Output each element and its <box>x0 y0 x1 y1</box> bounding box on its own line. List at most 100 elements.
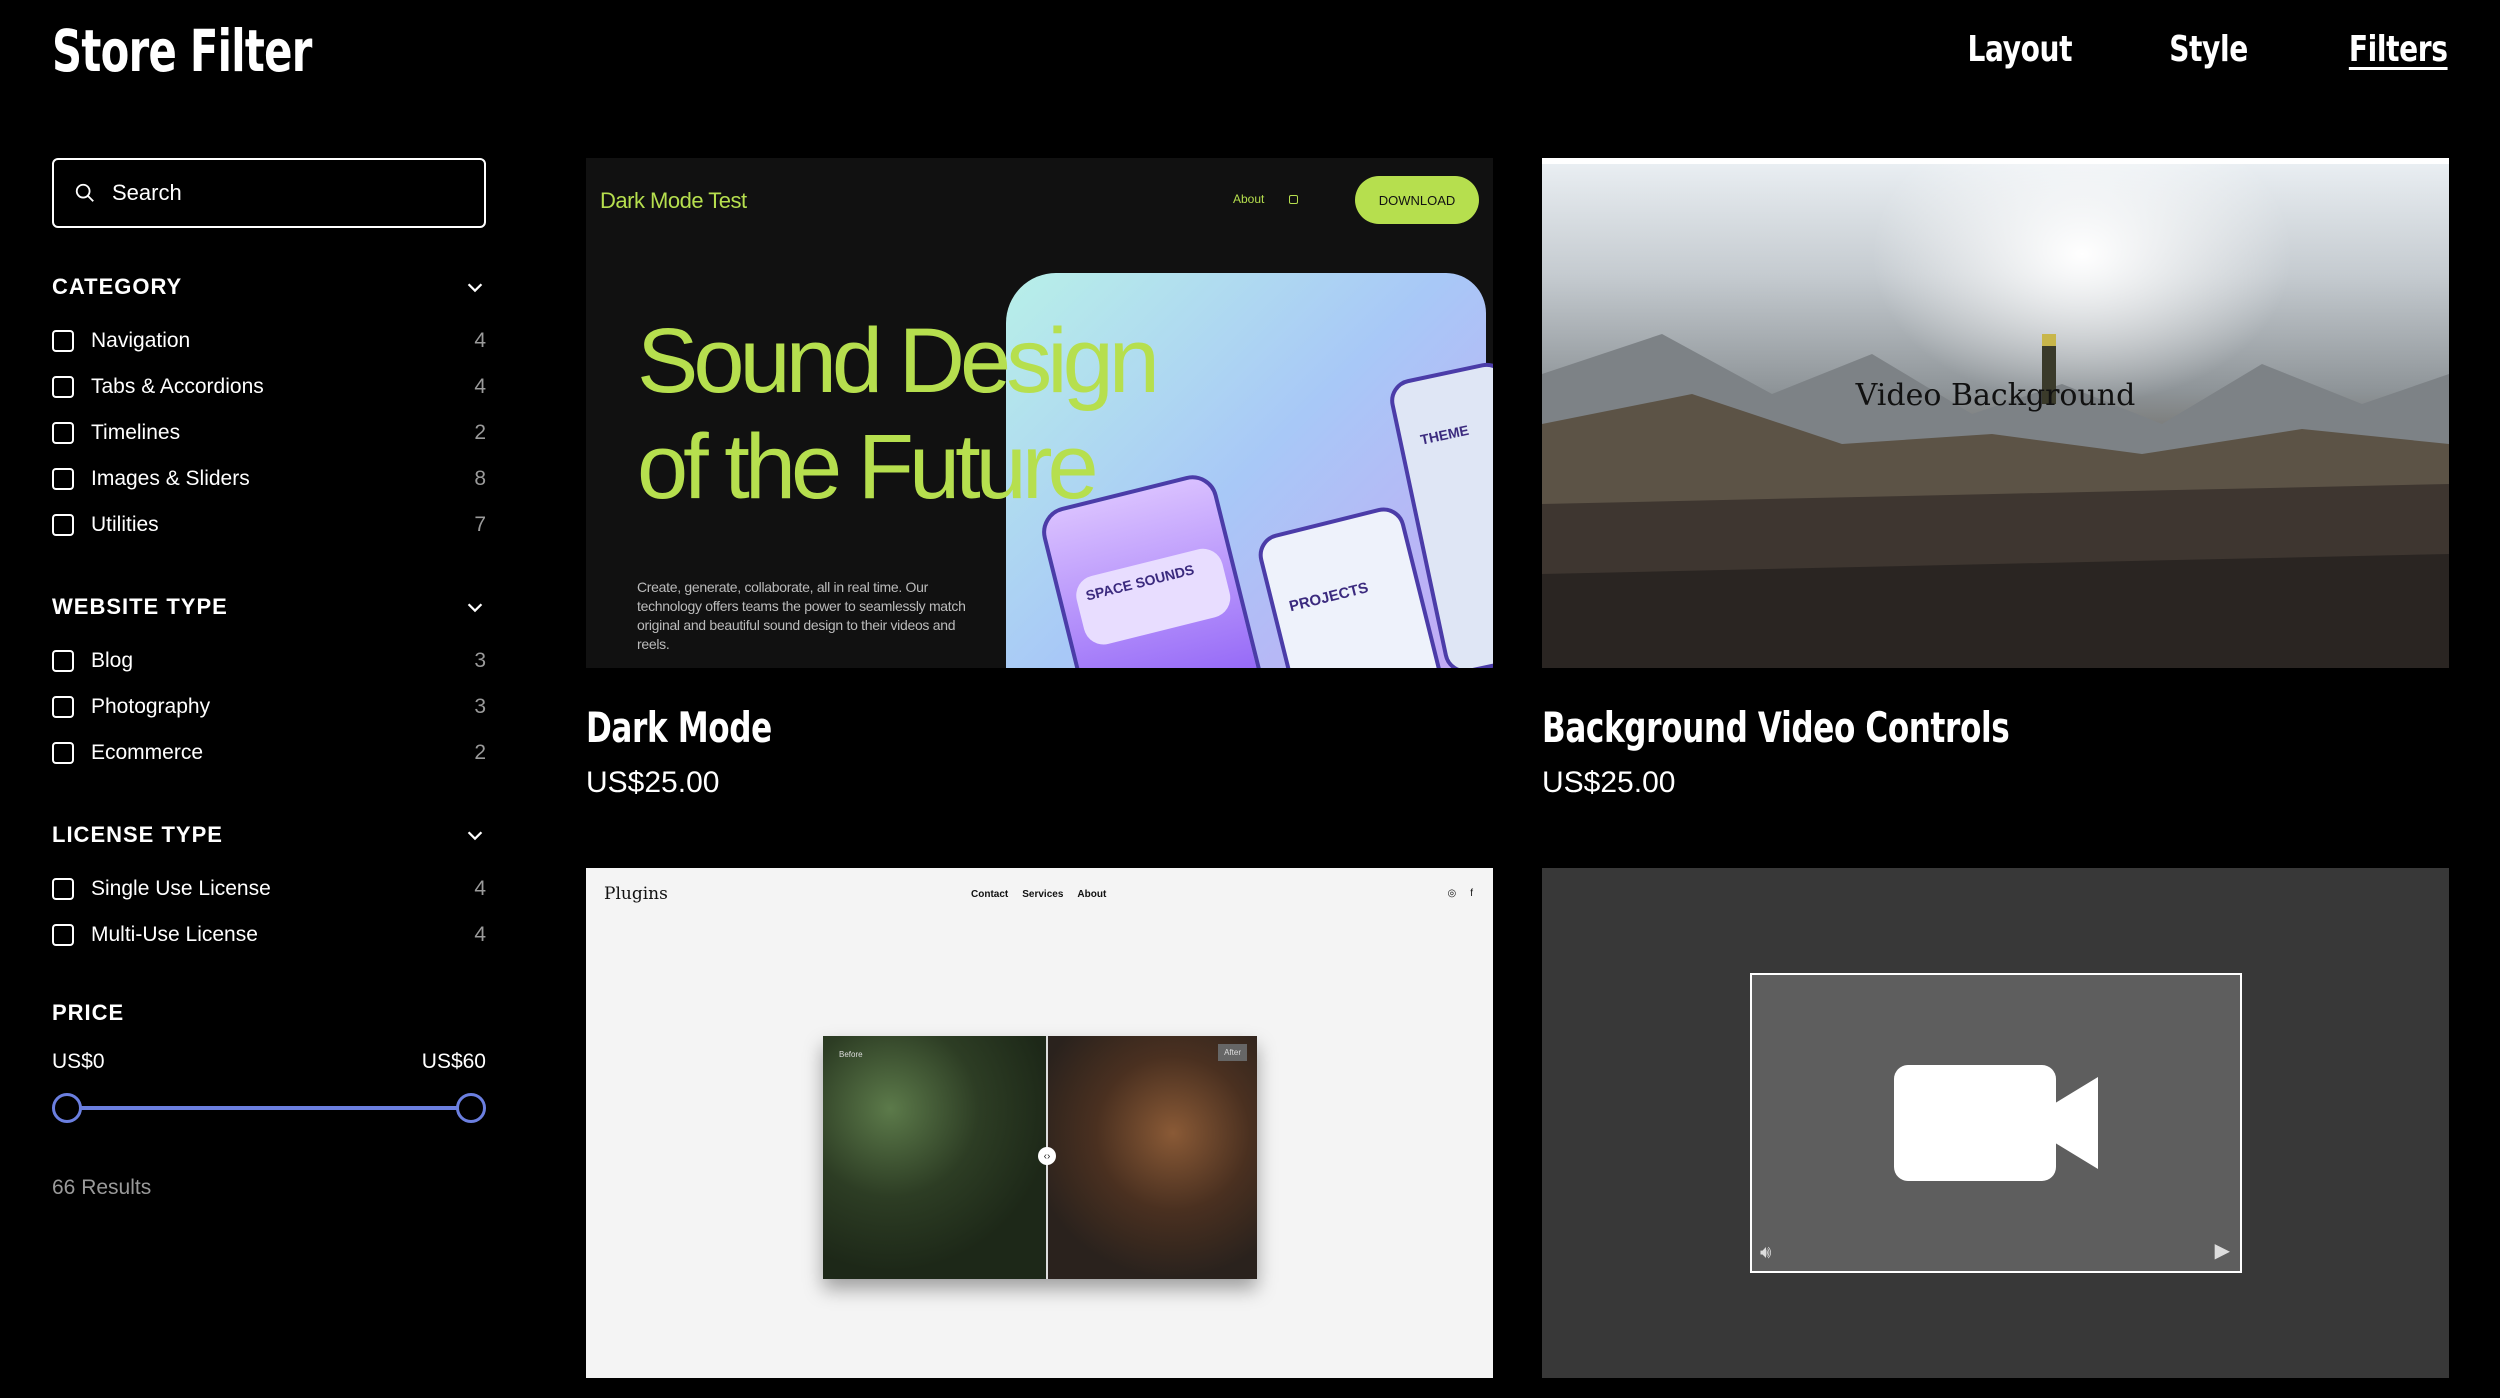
price-range-labels: US$0 US$60 <box>52 1050 486 1074</box>
video-camera-icon <box>1894 1065 2098 1181</box>
thumb-social-icons: ◎ f <box>1447 888 1473 899</box>
search-input[interactable] <box>112 180 464 206</box>
product-title[interactable]: Dark Mode <box>586 704 772 752</box>
checkbox[interactable] <box>52 514 74 536</box>
license-type-section: LICENSE TYPE Single Use License 4 Multi-U… <box>52 820 486 958</box>
instagram-icon: ◎ <box>1447 888 1457 899</box>
option-count: 4 <box>474 877 486 900</box>
option-label: Single Use License <box>91 877 271 900</box>
filter-option-tabs-accordions[interactable]: Tabs & Accordions 4 <box>52 364 486 410</box>
facebook-icon: f <box>1470 888 1473 899</box>
checkbox[interactable] <box>52 422 74 444</box>
product-thumbnail[interactable]: 🔊︎ ▶ <box>1542 868 2449 1378</box>
before-image <box>823 1036 1047 1279</box>
option-count: 2 <box>474 741 486 764</box>
checkbox[interactable] <box>52 468 74 490</box>
website-type-section: WEBSITE TYPE Blog 3 Photography 3 Ecommerc… <box>52 592 486 776</box>
product-thumbnail[interactable]: Dark Mode Test About DOWNLOAD THEME SPAC… <box>586 158 1493 668</box>
section-title: LICENSE TYPE <box>52 822 223 847</box>
option-label: Navigation <box>91 329 191 352</box>
product-thumbnail[interactable]: Video Background <box>1542 158 2449 668</box>
instagram-icon <box>1289 195 1298 204</box>
checkbox[interactable] <box>52 878 74 900</box>
product-price: US$25.00 <box>586 766 720 799</box>
section-title: WEBSITE TYPE <box>52 594 228 619</box>
checkbox[interactable] <box>52 696 74 718</box>
product-title[interactable]: Background Video Controls <box>1542 704 2010 752</box>
category-header[interactable]: CATEGORY <box>52 272 486 302</box>
option-label: Images & Sliders <box>91 467 250 490</box>
license-type-header[interactable]: LICENSE TYPE <box>52 820 486 850</box>
before-after-image: ‹› Before After <box>823 1036 1257 1279</box>
option-count: 4 <box>474 375 486 398</box>
chevron-down-icon <box>467 603 483 613</box>
option-label: Multi-Use License <box>91 923 258 946</box>
filter-option-utilities[interactable]: Utilities 7 <box>52 502 486 548</box>
option-label: Timelines <box>91 421 181 444</box>
thumb-download-button: DOWNLOAD <box>1355 176 1479 224</box>
product-price: US$25.00 <box>1542 766 1676 799</box>
thumb-about: About <box>1233 192 1265 206</box>
thumb-logo: Dark Mode Test <box>600 188 747 213</box>
filter-option-navigation[interactable]: Navigation 4 <box>52 318 486 364</box>
compare-handle-icon: ‹› <box>1038 1147 1056 1165</box>
checkbox[interactable] <box>52 742 74 764</box>
option-count: 4 <box>474 923 486 946</box>
filter-option-blog[interactable]: Blog 3 <box>52 638 486 684</box>
search-icon <box>75 183 94 202</box>
video-frame: 🔊︎ ▶ <box>1750 973 2242 1273</box>
filter-option-multi-use[interactable]: Multi-Use License 4 <box>52 912 486 958</box>
thumb-nav-item: Services <box>1022 889 1064 900</box>
price-title: PRICE <box>52 1000 125 1025</box>
product-card-dark-mode[interactable]: Dark Mode Test About DOWNLOAD THEME SPAC… <box>586 158 1493 800</box>
headline-line: Sound Design <box>637 310 1160 412</box>
checkbox[interactable] <box>52 924 74 946</box>
option-label: Photography <box>91 695 211 718</box>
option-count: 8 <box>474 467 486 490</box>
headline-line: of the Future <box>637 416 1099 518</box>
top-nav: Layout Style Filters <box>1938 26 2448 74</box>
category-section: CATEGORY Navigation 4 Tabs & Accordions 4 … <box>52 272 486 548</box>
product-card-background-video[interactable]: Video Background Background Video Contro… <box>1542 158 2449 800</box>
website-type-header[interactable]: WEBSITE TYPE <box>52 592 486 622</box>
thumb-logo: Plugins <box>604 884 668 904</box>
price-slider[interactable] <box>52 1092 486 1124</box>
thumb-nav-item: Contact <box>971 889 1009 900</box>
section-title: CATEGORY <box>52 274 183 299</box>
checkbox[interactable] <box>52 376 74 398</box>
option-count: 3 <box>474 649 486 672</box>
chevron-down-icon <box>467 283 483 293</box>
option-count: 4 <box>474 329 486 352</box>
option-label: Blog <box>91 649 134 672</box>
filter-option-single-use[interactable]: Single Use License 4 <box>52 866 486 912</box>
after-label: After <box>1218 1044 1247 1061</box>
filter-option-images-sliders[interactable]: Images & Sliders 8 <box>52 456 486 502</box>
filter-option-ecommerce[interactable]: Ecommerce 2 <box>52 730 486 776</box>
slider-max-handle[interactable] <box>456 1093 486 1123</box>
nav-filters[interactable]: Filters <box>2349 26 2448 74</box>
filter-option-timelines[interactable]: Timelines 2 <box>52 410 486 456</box>
slider-min-handle[interactable] <box>52 1093 82 1123</box>
volume-icon: 🔊︎ <box>1760 1242 1772 1262</box>
after-image <box>1047 1036 1257 1279</box>
product-thumbnail[interactable]: Plugins Contact Services About ◎ f ‹› Bef… <box>586 868 1493 1378</box>
thumb-body: Create, generate, collaborate, all in re… <box>637 579 966 652</box>
slider-track[interactable] <box>66 1106 472 1110</box>
thumb-nav: Contact Services About <box>971 889 1106 900</box>
product-card-video-player[interactable]: 🔊︎ ▶ <box>1542 868 2449 1378</box>
phone-label: SPACE SOUNDS <box>1072 544 1235 649</box>
thumb-nav-item: About <box>1077 889 1107 900</box>
option-count: 7 <box>474 513 486 536</box>
nav-layout[interactable]: Layout <box>1968 26 2073 74</box>
option-label: Tabs & Accordions <box>91 375 264 398</box>
checkbox[interactable] <box>52 650 74 672</box>
before-label: Before <box>839 1050 863 1059</box>
brand-title: Store Filter <box>52 17 312 85</box>
filter-option-photography[interactable]: Photography 3 <box>52 684 486 730</box>
phone-label: THEME <box>1418 421 1471 448</box>
checkbox[interactable] <box>52 330 74 352</box>
search-box[interactable] <box>52 158 486 228</box>
nav-style[interactable]: Style <box>2169 26 2248 74</box>
filter-sidebar: CATEGORY Navigation4 Tabs & Accordions4 … <box>52 158 486 1200</box>
product-card-before-after[interactable]: Plugins Contact Services About ◎ f ‹› Bef… <box>586 868 1493 1378</box>
